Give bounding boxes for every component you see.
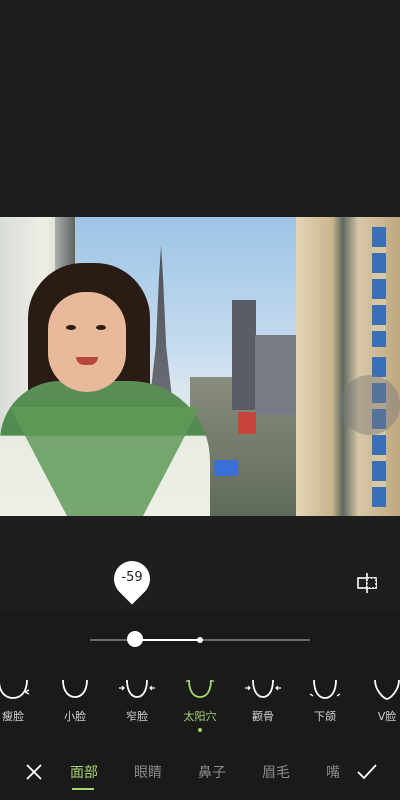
close-icon[interactable] bbox=[24, 762, 44, 782]
photo-region bbox=[232, 300, 256, 410]
photo-region bbox=[372, 227, 386, 347]
face-outline-icon bbox=[185, 679, 215, 698]
face-outline-icon bbox=[245, 679, 281, 698]
slider-fill bbox=[135, 639, 200, 641]
slider-center-dot bbox=[197, 637, 203, 643]
slider-knob[interactable] bbox=[127, 631, 144, 647]
feature-item-temple[interactable]: 太阳穴 bbox=[175, 676, 225, 732]
feature-label: 瘦脸 bbox=[2, 710, 24, 723]
photo-region bbox=[96, 325, 106, 330]
feature-item-jaw[interactable]: 下颌 bbox=[300, 676, 350, 724]
feature-label: 小脸 bbox=[64, 710, 86, 723]
active-indicator-dot bbox=[198, 728, 202, 732]
face-outline-icon bbox=[309, 679, 341, 699]
value-label: -59 bbox=[121, 570, 143, 585]
face-outline-icon bbox=[62, 679, 88, 698]
tab-nose[interactable]: 鼻子 bbox=[198, 762, 226, 782]
tab-active-underline bbox=[72, 788, 94, 790]
face-outline-icon bbox=[0, 679, 30, 699]
feature-label: V脸 bbox=[377, 710, 397, 723]
feature-label: 下颌 bbox=[314, 710, 336, 723]
feature-item-cheekbone[interactable]: 颧骨 bbox=[238, 676, 288, 724]
feature-item-v-face[interactable]: V脸 bbox=[362, 676, 400, 724]
feature-label: 太阳穴 bbox=[183, 710, 217, 723]
photo-region bbox=[255, 335, 300, 415]
tab-eyes[interactable]: 眼睛 bbox=[134, 762, 162, 782]
checkmark-icon[interactable] bbox=[356, 762, 378, 782]
photo-region bbox=[48, 292, 126, 392]
face-outline-icon bbox=[374, 679, 400, 700]
photo-region bbox=[340, 375, 400, 435]
photo-region bbox=[238, 412, 256, 434]
photo-canvas[interactable] bbox=[0, 217, 400, 516]
photo-region bbox=[66, 325, 76, 330]
feature-label: 颧骨 bbox=[252, 710, 274, 723]
feature-item-small-face[interactable]: 小脸 bbox=[50, 676, 100, 724]
tab-eyebrows[interactable]: 眉毛 bbox=[262, 762, 290, 782]
feature-item-slim-face[interactable]: 瘦脸 bbox=[0, 676, 38, 724]
tab-face[interactable]: 面部 bbox=[70, 762, 98, 782]
compare-icon[interactable] bbox=[356, 572, 378, 594]
feature-list: 瘦脸 小脸 窄脸 太阳穴 颧骨 下颌 V脸 bbox=[0, 676, 400, 736]
feature-item-narrow-face[interactable]: 窄脸 bbox=[112, 676, 162, 724]
photo-region bbox=[214, 460, 238, 476]
bottom-toolbar: 面部 眼睛 鼻子 眉毛 嘴 bbox=[0, 748, 400, 800]
tab-mouth[interactable]: 嘴 bbox=[326, 762, 340, 782]
face-outline-icon bbox=[119, 679, 155, 698]
feature-label: 窄脸 bbox=[126, 710, 148, 723]
